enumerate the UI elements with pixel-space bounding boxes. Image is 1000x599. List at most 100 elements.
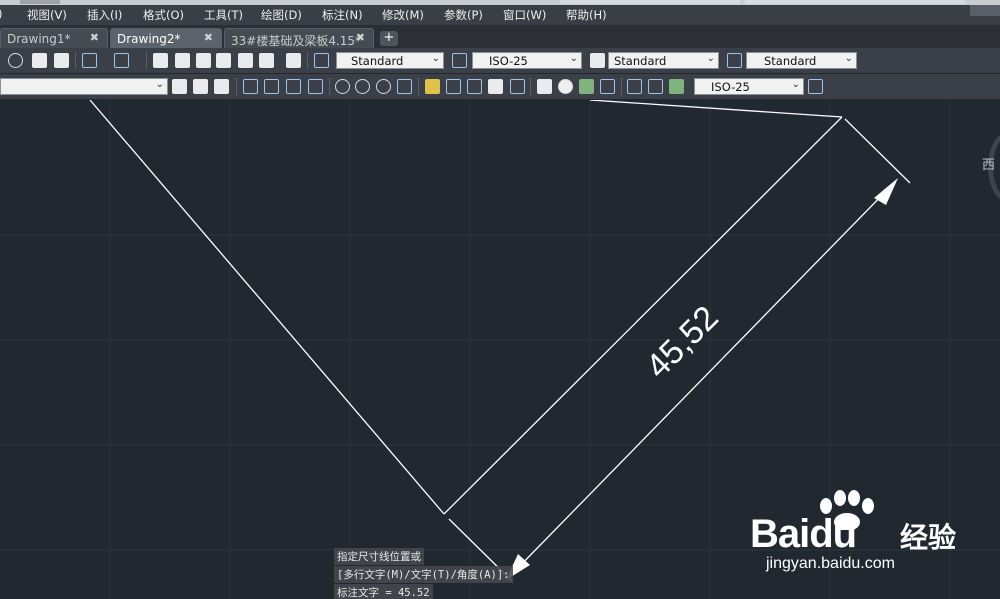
tab-drawing1[interactable]: Drawing1* ✖: [0, 28, 108, 48]
select-value: ISO-25: [489, 54, 528, 68]
help-icon[interactable]: [286, 53, 301, 68]
tab-label: Drawing2*: [117, 32, 181, 46]
etransmit-icon[interactable]: [54, 53, 69, 68]
arrowhead-top: [874, 178, 898, 205]
arc-length-icon[interactable]: [286, 79, 301, 94]
chevron-down-icon: ⌄: [706, 53, 715, 64]
chevron-down-icon: ⌄: [844, 53, 853, 64]
match-layer-icon[interactable]: [172, 79, 187, 94]
toolbar-separator: [236, 78, 237, 95]
diameter-dim-icon[interactable]: [376, 79, 391, 94]
new-tab-button[interactable]: +: [380, 31, 398, 46]
menu-modify[interactable]: 修改(M): [382, 7, 424, 23]
radius-dim-icon[interactable]: [335, 79, 350, 94]
continue-dim-icon[interactable]: [467, 79, 482, 94]
menu-window[interactable]: 窗口(W): [503, 7, 546, 23]
tool-palettes-icon[interactable]: [196, 53, 211, 68]
tolerance-icon[interactable]: [537, 79, 552, 94]
workspace-icon[interactable]: [8, 53, 23, 68]
select-value: Standard: [614, 54, 667, 68]
select-value: ISO-25: [711, 80, 750, 94]
chevron-down-icon: ⌄: [431, 53, 440, 64]
chevron-down-icon: ⌄: [155, 79, 164, 90]
toolbar-separator: [307, 52, 308, 69]
publish-icon[interactable]: [32, 53, 47, 68]
menu-item-partial[interactable]: ): [0, 7, 3, 21]
ordinate-dim-icon[interactable]: [308, 79, 323, 94]
dim-update-icon[interactable]: [669, 79, 684, 94]
properties-icon[interactable]: [153, 53, 168, 68]
menu-draw[interactable]: 绘图(D): [261, 7, 302, 23]
markup-icon[interactable]: [238, 53, 253, 68]
dim-break-icon[interactable]: [510, 79, 525, 94]
quick-dim-icon[interactable]: [425, 79, 440, 94]
text-style-select[interactable]: Standard ⌄: [336, 52, 444, 69]
inspection-icon[interactable]: [579, 79, 594, 94]
dimension-text[interactable]: 45,52: [639, 299, 726, 386]
dimtedit-icon[interactable]: [648, 79, 663, 94]
toolbar-separator: [530, 78, 531, 95]
toolbar-separator: [329, 78, 330, 95]
dim-style-select[interactable]: ISO-25 ⌄: [472, 52, 582, 69]
text-style-icon[interactable]: [314, 53, 329, 68]
menu-tools[interactable]: 工具(T): [204, 7, 243, 23]
sheet-set-icon[interactable]: [216, 53, 231, 68]
tab-label: 33#楼基础及梁板4.15*: [231, 34, 362, 48]
jogged-linear-icon[interactable]: [600, 79, 615, 94]
dim-style-manager-icon[interactable]: [808, 79, 823, 94]
chevron-down-icon: ⌄: [791, 79, 800, 90]
baseline-dim-icon[interactable]: [446, 79, 461, 94]
table-style-icon[interactable]: [590, 53, 605, 68]
command-line-2: [多行文字(M)/文字(T)/角度(A)]:: [334, 566, 513, 583]
tab-foundation-drawing[interactable]: 33#楼基础及梁板4.15* ✖: [224, 28, 374, 48]
menu-parameter[interactable]: 参数(P): [444, 7, 483, 23]
close-icon[interactable]: ✖: [356, 31, 365, 44]
menu-insert[interactable]: 插入(I): [87, 7, 122, 23]
toolbar-separator: [146, 52, 147, 69]
mleader-style-select[interactable]: Standard ⌄: [746, 52, 857, 69]
dim-style-icon[interactable]: [452, 53, 467, 68]
chevron-down-icon: ⌄: [569, 53, 578, 64]
dimedit-icon[interactable]: [627, 79, 642, 94]
undo-icon[interactable]: [82, 53, 97, 68]
mleader-style-icon[interactable]: [727, 53, 742, 68]
table-style-select[interactable]: Standard ⌄: [608, 52, 719, 69]
title-strip-block: [745, 0, 965, 4]
layer-select[interactable]: ⌄: [0, 78, 168, 95]
extension-line-top: [844, 118, 911, 184]
linear-dim-icon[interactable]: [243, 79, 258, 94]
jogged-dim-icon[interactable]: [355, 79, 370, 94]
angular-dim-icon[interactable]: [397, 79, 412, 94]
close-icon[interactable]: ✖: [90, 31, 99, 44]
dim-style-select-2[interactable]: ISO-25 ⌄: [694, 78, 804, 95]
dim-space-icon[interactable]: [488, 79, 503, 94]
title-strip-block: [20, 0, 60, 4]
calculator-icon[interactable]: [259, 53, 274, 68]
menu-view[interactable]: 视图(V): [27, 7, 67, 23]
edge-right[interactable]: [443, 116, 843, 515]
dimension-toolbar: ⌄ ISO-25 ⌄: [0, 74, 1000, 100]
aligned-dim-icon[interactable]: [264, 79, 279, 94]
close-icon[interactable]: ✖: [204, 31, 213, 44]
previous-layer-icon[interactable]: [193, 79, 208, 94]
logo-bai: Bai: [750, 512, 810, 556]
command-line-1: 指定尺寸线位置或: [334, 548, 424, 565]
select-value: Standard: [351, 54, 404, 68]
logo-du: du: [809, 512, 857, 556]
toolbar-separator: [75, 52, 76, 69]
edge-top[interactable]: [589, 100, 843, 118]
viewcube-direction-label[interactable]: 西: [982, 154, 995, 173]
center-mark-icon[interactable]: [558, 79, 573, 94]
baidu-logo: Baidu: [750, 512, 857, 557]
layer-states-icon[interactable]: [214, 79, 229, 94]
redo-icon[interactable]: [114, 53, 129, 68]
logo-jingyan: 经验: [900, 521, 957, 554]
edge-left[interactable]: [89, 100, 445, 515]
menu-format[interactable]: 格式(O): [143, 7, 184, 23]
menu-help[interactable]: 帮助(H): [566, 7, 607, 23]
command-line-3: 标注文字 = 45.52: [334, 584, 433, 599]
tab-drawing2[interactable]: Drawing2* ✖: [110, 28, 222, 48]
window-control[interactable]: [970, 5, 1000, 16]
menu-dimension[interactable]: 标注(N): [322, 7, 363, 23]
design-center-icon[interactable]: [175, 53, 190, 68]
